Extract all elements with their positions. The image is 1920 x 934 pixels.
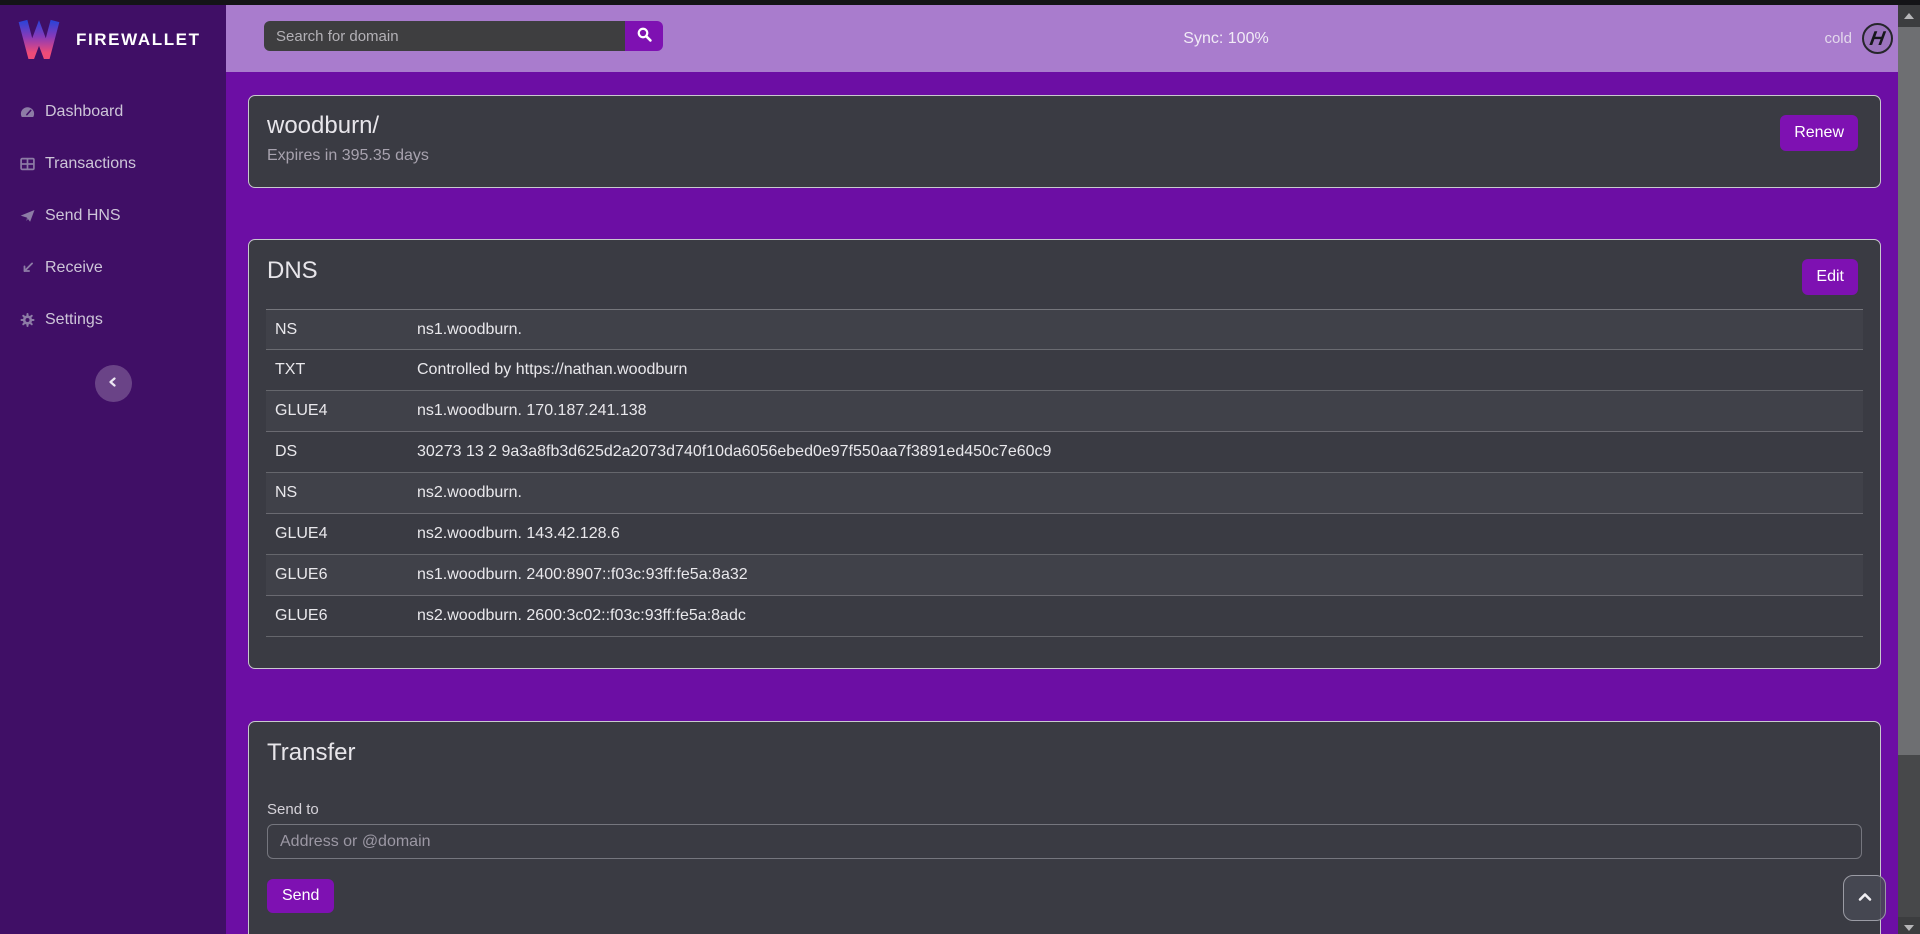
sidebar-nav: Dashboard Transactions Send HNS Receive (0, 86, 226, 346)
sidebar-item-receive[interactable]: Receive (0, 242, 226, 294)
dns-record-row: NS ns2.woodburn. (266, 473, 1863, 514)
wallet-selector[interactable]: cold H (1824, 5, 1893, 72)
sidebar-item-send-hns[interactable]: Send HNS (0, 190, 226, 242)
dns-card: DNS Edit NS ns1.woodburn. TXT Controlled… (248, 239, 1881, 669)
dns-record-value: ns1.woodburn. (417, 321, 522, 339)
brand-name: FIREWALLET (76, 30, 201, 50)
search-button[interactable] (625, 21, 663, 51)
handshake-h-glyph: H (1869, 29, 1887, 49)
edit-dns-button[interactable]: Edit (1802, 259, 1858, 295)
scrollbar-down-button[interactable] (1898, 917, 1920, 934)
dns-record-value: ns2.woodburn. (417, 484, 522, 502)
dns-card-header: DNS Edit (249, 240, 1880, 309)
scrollbar[interactable] (1898, 5, 1920, 934)
firewallet-app: FIREWALLET Dashboard Transactions Send H… (0, 0, 1920, 934)
dns-record-value: ns1.woodburn. 170.187.241.138 (417, 402, 647, 420)
dns-record-value: 30273 13 2 9a3a8fb3d625d2a2073d740f10da6… (417, 443, 1051, 461)
transfer-title: Transfer (267, 739, 1862, 767)
dns-record-row: TXT Controlled by https://nathan.woodbur… (266, 350, 1863, 391)
dns-record-row: NS ns1.woodburn. (266, 309, 1863, 350)
chevron-left-icon (107, 376, 119, 391)
dns-record-type: NS (275, 321, 417, 339)
settings-gear-icon (18, 312, 36, 329)
sidebar-item-label: Settings (45, 311, 103, 329)
dns-record-row: GLUE4 ns1.woodburn. 170.187.241.138 (266, 391, 1863, 432)
dns-record-type: GLUE4 (275, 525, 417, 543)
receive-arrow-icon (18, 260, 36, 277)
domain-name-title: woodburn/ (267, 112, 1862, 140)
topbar: Sync: 100% cold H (226, 5, 1920, 72)
sidebar-item-label: Transactions (45, 155, 136, 173)
send-to-label: Send to (267, 801, 1862, 818)
dns-title: DNS (267, 257, 1862, 285)
dns-record-type: NS (275, 484, 417, 502)
dns-record-type: GLUE6 (275, 607, 417, 625)
transfer-card: Transfer Send to Send (248, 721, 1881, 934)
search-magnifier-icon (636, 26, 653, 46)
scroll-to-top-button[interactable] (1843, 875, 1886, 921)
dns-record-value: ns1.woodburn. 2400:8907::f03c:93ff:fe5a:… (417, 566, 748, 584)
sidebar-item-settings[interactable]: Settings (0, 294, 226, 346)
transfer-address-input[interactable] (267, 824, 1862, 859)
wallet-name: cold (1824, 30, 1852, 47)
domain-header-card: woodburn/ Expires in 395.35 days Renew (248, 95, 1881, 188)
domain-expiry-text: Expires in 395.35 days (267, 147, 1862, 165)
send-transfer-button[interactable]: Send (267, 879, 334, 913)
dns-record-type: DS (275, 443, 417, 461)
sidebar-item-label: Send HNS (45, 207, 121, 225)
brand[interactable]: FIREWALLET (0, 5, 226, 74)
scrollbar-up-button[interactable] (1898, 5, 1920, 27)
main-column: Sync: 100% cold H woodburn/ Expires in 3… (226, 5, 1920, 934)
send-paper-plane-icon (18, 208, 36, 225)
dns-record-value: ns2.woodburn. 2600:3c02::f03c:93ff:fe5a:… (417, 607, 746, 625)
dashboard-gauge-icon (18, 104, 36, 121)
dns-record-value: ns2.woodburn. 143.42.128.6 (417, 525, 620, 543)
sync-status: Sync: 100% (1183, 5, 1268, 72)
scrollbar-thumb[interactable] (1898, 27, 1920, 755)
sidebar: FIREWALLET Dashboard Transactions Send H… (0, 5, 226, 934)
transactions-table-icon (18, 156, 36, 173)
dns-records-table: NS ns1.woodburn. TXT Controlled by https… (266, 309, 1863, 637)
sidebar-collapse-button[interactable] (95, 365, 132, 402)
search-input[interactable] (264, 21, 625, 51)
sidebar-item-dashboard[interactable]: Dashboard (0, 86, 226, 138)
domain-page: woodburn/ Expires in 395.35 days Renew D… (226, 72, 1920, 934)
triangle-up-icon (1904, 13, 1914, 19)
dns-record-row: GLUE4 ns2.woodburn. 143.42.128.6 (266, 514, 1863, 555)
firewallet-logo-icon (17, 16, 61, 64)
dns-record-type: TXT (275, 361, 417, 379)
renew-button[interactable]: Renew (1780, 115, 1858, 151)
dns-record-type: GLUE4 (275, 402, 417, 420)
dns-record-row: GLUE6 ns1.woodburn. 2400:8907::f03c:93ff… (266, 555, 1863, 596)
sidebar-item-label: Dashboard (45, 103, 123, 121)
sidebar-item-transactions[interactable]: Transactions (0, 138, 226, 190)
chevron-up-icon (1857, 891, 1873, 906)
dns-record-row: GLUE6 ns2.woodburn. 2600:3c02::f03c:93ff… (266, 596, 1863, 637)
dns-record-value: Controlled by https://nathan.woodburn (417, 361, 687, 379)
dns-record-row: DS 30273 13 2 9a3a8fb3d625d2a2073d740f10… (266, 432, 1863, 473)
sidebar-item-label: Receive (45, 259, 103, 277)
handshake-h-icon[interactable]: H (1862, 23, 1893, 54)
domain-searchbox (264, 21, 663, 51)
triangle-down-icon (1904, 925, 1914, 931)
dns-record-type: GLUE6 (275, 566, 417, 584)
